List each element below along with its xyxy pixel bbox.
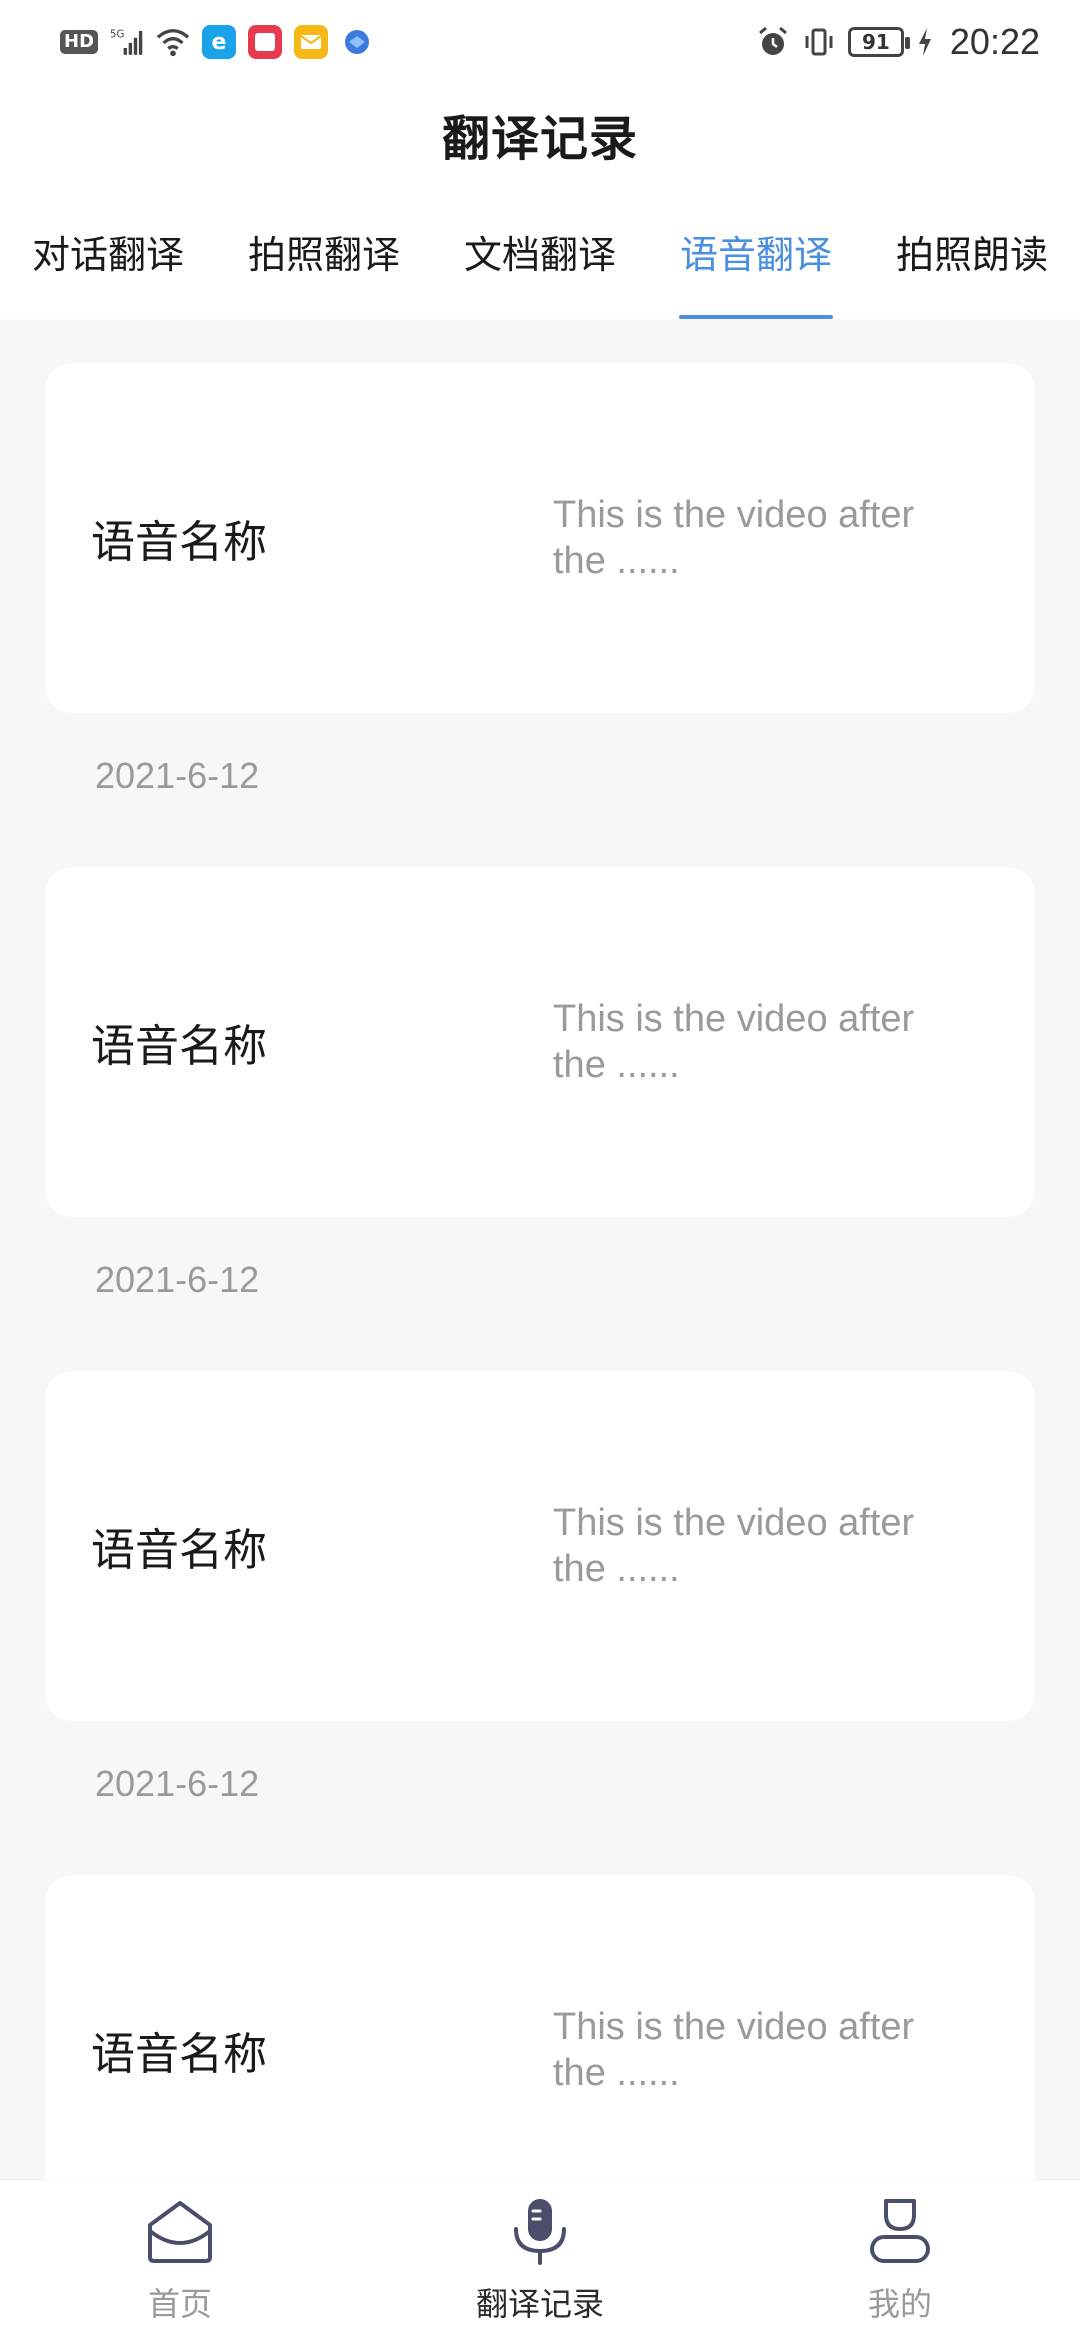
hd-badge: HD xyxy=(60,30,99,54)
record-name: 语音名称 xyxy=(91,1525,267,1576)
tab-document-translation[interactable]: 文档翻译 xyxy=(432,184,648,319)
app-header: 翻译记录 xyxy=(0,84,1080,184)
record-date: 2021-6-12 xyxy=(95,755,260,796)
mail-app-icon xyxy=(294,25,329,59)
wifi-icon xyxy=(156,25,190,59)
home-icon xyxy=(144,2195,216,2267)
vibrate-icon xyxy=(802,25,836,59)
status-bar-left: HD 5G e xyxy=(60,25,374,59)
record-card[interactable]: 语音名称 This is the video after the ...... xyxy=(45,867,1035,1217)
app-notification-icon: e xyxy=(202,25,237,59)
record-date: 2021-6-12 xyxy=(95,1259,260,1300)
nav-item-home[interactable]: 首页 xyxy=(0,2180,360,2340)
record-date: 2021-6-12 xyxy=(95,1763,260,1804)
list-item: 语音名称 This is the video after the ...... … xyxy=(45,867,1035,1371)
status-bar-right: 91 20:22 xyxy=(756,21,1040,63)
bottom-nav: 首页 翻译记录 我的 xyxy=(0,2180,1080,2340)
record-name: 语音名称 xyxy=(91,517,267,568)
record-card[interactable]: 语音名称 This is the video after the ...... xyxy=(45,1371,1035,1721)
calendar-app-icon xyxy=(248,25,283,59)
nav-label-profile: 我的 xyxy=(867,2285,932,2323)
tab-photo-translation[interactable]: 拍照翻译 xyxy=(216,184,432,319)
charging-icon xyxy=(916,25,934,59)
tab-voice-translation[interactable]: 语音翻译 xyxy=(648,184,864,319)
nav-label-home: 首页 xyxy=(147,2285,212,2323)
record-list[interactable]: 语音名称 This is the video after the ...... … xyxy=(0,319,1080,2180)
record-name: 语音名称 xyxy=(91,1021,267,1072)
page-title: 翻译记录 xyxy=(441,111,638,167)
alarm-icon xyxy=(756,25,790,59)
tab-dialogue-translation[interactable]: 对话翻译 xyxy=(0,184,216,319)
tab-photo-read-aloud[interactable]: 拍照朗读 xyxy=(864,184,1080,319)
battery-indicator: 91 xyxy=(847,27,910,57)
list-item: 语音名称 This is the video after the ...... … xyxy=(45,1371,1035,1875)
status-time: 20:22 xyxy=(949,21,1040,62)
record-preview: This is the video after the ...... xyxy=(553,998,915,1086)
record-name: 语音名称 xyxy=(91,2029,267,2080)
microphone-icon xyxy=(504,2195,576,2267)
category-tabs: 对话翻译 拍照翻译 文档翻译 语音翻译 拍照朗读 xyxy=(0,184,1080,319)
status-bar: HD 5G e 91 20:22 xyxy=(0,0,1080,84)
record-preview: This is the video after the ...... xyxy=(553,494,915,582)
nav-item-profile[interactable]: 我的 xyxy=(720,2180,1080,2340)
list-item: 语音名称 This is the video after the ...... … xyxy=(45,1875,1035,2180)
browser-app-icon xyxy=(340,25,374,59)
profile-icon xyxy=(864,2195,936,2267)
record-preview: This is the video after the ...... xyxy=(553,2006,915,2094)
list-item: 语音名称 This is the video after the ...... … xyxy=(45,363,1035,867)
nav-item-translation-records[interactable]: 翻译记录 xyxy=(360,2180,720,2340)
record-preview: This is the video after the ...... xyxy=(553,1502,915,1590)
signal-icon: 5G xyxy=(110,25,144,59)
network-type-label: 5G xyxy=(110,30,124,41)
record-card[interactable]: 语音名称 This is the video after the ...... xyxy=(45,363,1035,713)
nav-label-translation-records: 翻译记录 xyxy=(475,2285,604,2323)
record-card[interactable]: 语音名称 This is the video after the ...... xyxy=(45,1875,1035,2180)
